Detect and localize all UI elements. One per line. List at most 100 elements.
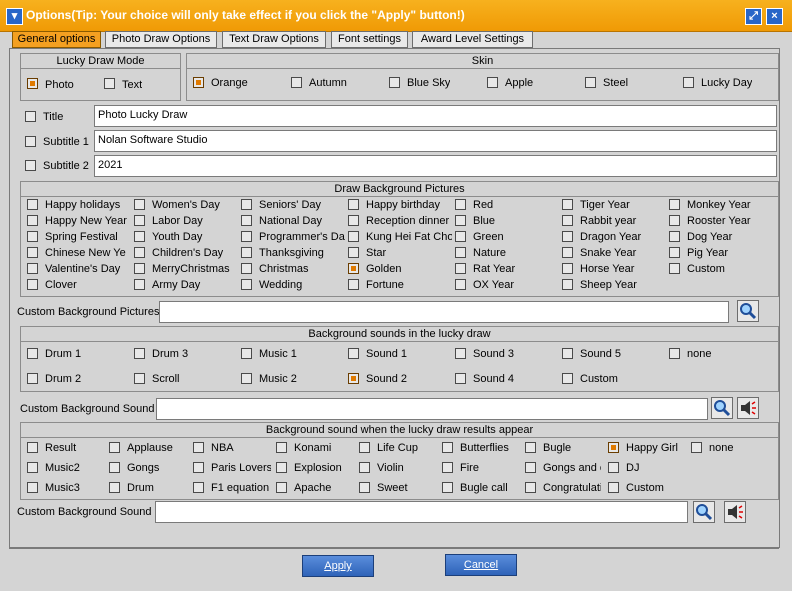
bg-picture-red-checkbox[interactable] [455, 199, 466, 210]
result-sound-konami-checkbox[interactable] [276, 442, 287, 453]
bg-picture-dragon-year-checkbox[interactable] [562, 231, 573, 242]
result-sound-fire-checkbox[interactable] [442, 462, 453, 473]
result-sound-gongs-and-c-checkbox[interactable] [525, 462, 536, 473]
bg-picture-wedding-checkbox[interactable] [241, 279, 252, 290]
bg-picture-fortune-checkbox[interactable] [348, 279, 359, 290]
tab-photo-draw-options[interactable]: Photo Draw Options [105, 31, 217, 48]
title-checkbox[interactable] [25, 111, 36, 122]
bg-picture-tiger-year-checkbox[interactable] [562, 199, 573, 210]
bg-picture-women-s-day-checkbox[interactable] [134, 199, 145, 210]
bg-picture-seniors-day-checkbox[interactable] [241, 199, 252, 210]
tab-font-settings[interactable]: Font settings [331, 31, 408, 48]
bg-picture-happy-holidays-checkbox[interactable] [27, 199, 38, 210]
result-sound-apache-checkbox[interactable] [276, 482, 287, 493]
bg-sound-drum-3-checkbox[interactable] [134, 348, 145, 359]
browse-result-sound-button[interactable] [693, 501, 715, 523]
result-sound-custom-checkbox[interactable] [608, 482, 619, 493]
bg-picture-golden-checkbox[interactable] [348, 263, 359, 274]
bg-picture-pig-year-checkbox[interactable] [669, 247, 680, 258]
tab-general-options[interactable]: General options [12, 31, 101, 48]
cancel-button[interactable]: Cancel [445, 554, 517, 576]
custom-bg-pictures-input[interactable] [159, 301, 729, 323]
close-icon[interactable]: × [766, 8, 783, 25]
skin-lucky-day-radio[interactable] [683, 77, 694, 88]
bg-picture-valentine-s-day-checkbox[interactable] [27, 263, 38, 274]
skin-orange-radio[interactable] [193, 77, 204, 88]
bg-picture-christmas-checkbox[interactable] [241, 263, 252, 274]
photo-mode-radio[interactable] [27, 78, 38, 89]
custom-result-sound-input[interactable] [155, 501, 688, 523]
play-bg-sound-button[interactable] [737, 397, 759, 419]
bg-picture-ox-year-checkbox[interactable] [455, 279, 466, 290]
bg-picture-star-checkbox[interactable] [348, 247, 359, 258]
maximize-icon[interactable]: ⤢ [745, 8, 762, 25]
bg-picture-reception-dinner-checkbox[interactable] [348, 215, 359, 226]
bg-picture-kung-hei-fat-cho-checkbox[interactable] [348, 231, 359, 242]
bg-picture-chinese-new-ye-checkbox[interactable] [27, 247, 38, 258]
bg-picture-rooster-year-checkbox[interactable] [669, 215, 680, 226]
result-sound-explosion-checkbox[interactable] [276, 462, 287, 473]
result-sound-result-checkbox[interactable] [27, 442, 38, 453]
bg-sound-sound-1-checkbox[interactable] [348, 348, 359, 359]
bg-picture-youth-day-checkbox[interactable] [134, 231, 145, 242]
bg-picture-nature-checkbox[interactable] [455, 247, 466, 258]
bg-picture-green-checkbox[interactable] [455, 231, 466, 242]
custom-bg-sound-input[interactable] [156, 398, 708, 420]
bg-picture-horse-year-checkbox[interactable] [562, 263, 573, 274]
result-sound-violin-checkbox[interactable] [359, 462, 370, 473]
tab-text-draw-options[interactable]: Text Draw Options [222, 31, 326, 48]
browse-bg-sound-button[interactable] [711, 397, 733, 419]
bg-picture-dog-year-checkbox[interactable] [669, 231, 680, 242]
bg-sound-sound-4-checkbox[interactable] [455, 373, 466, 384]
bg-picture-rabbit-year-checkbox[interactable] [562, 215, 573, 226]
bg-picture-custom-checkbox[interactable] [669, 263, 680, 274]
bg-sound-custom-checkbox[interactable] [562, 373, 573, 384]
bg-picture-rat-year-checkbox[interactable] [455, 263, 466, 274]
browse-bg-pictures-button[interactable] [737, 300, 759, 322]
title-input[interactable]: Photo Lucky Draw [94, 105, 777, 127]
skin-steel-radio[interactable] [585, 77, 596, 88]
subtitle2-input[interactable]: 2021 [94, 155, 777, 177]
bg-picture-labor-day-checkbox[interactable] [134, 215, 145, 226]
result-sound-bugle-call-checkbox[interactable] [442, 482, 453, 493]
bg-sound-sound-5-checkbox[interactable] [562, 348, 573, 359]
result-sound-bugle-checkbox[interactable] [525, 442, 536, 453]
result-sound-life-cup-checkbox[interactable] [359, 442, 370, 453]
skin-autumn-radio[interactable] [291, 77, 302, 88]
result-sound-congratulati-checkbox[interactable] [525, 482, 536, 493]
result-sound-dj-checkbox[interactable] [608, 462, 619, 473]
bg-picture-army-day-checkbox[interactable] [134, 279, 145, 290]
bg-picture-clover-checkbox[interactable] [27, 279, 38, 290]
bg-picture-sheep-year-checkbox[interactable] [562, 279, 573, 290]
subtitle1-checkbox[interactable] [25, 136, 36, 147]
subtitle2-checkbox[interactable] [25, 160, 36, 171]
result-sound-happy-girl-checkbox[interactable] [608, 442, 619, 453]
bg-sound-sound-2-checkbox[interactable] [348, 373, 359, 384]
skin-blue-sky-radio[interactable] [389, 77, 400, 88]
text-mode-radio[interactable] [104, 78, 115, 89]
bg-picture-happy-birthday-checkbox[interactable] [348, 199, 359, 210]
bg-picture-programmer-s-da-checkbox[interactable] [241, 231, 252, 242]
bg-sound-drum-1-checkbox[interactable] [27, 348, 38, 359]
bg-sound-music-1-checkbox[interactable] [241, 348, 252, 359]
bg-picture-spring-festival-checkbox[interactable] [27, 231, 38, 242]
bg-picture-blue-checkbox[interactable] [455, 215, 466, 226]
subtitle1-input[interactable]: Nolan Software Studio [94, 130, 777, 152]
result-sound-butterflies-checkbox[interactable] [442, 442, 453, 453]
tab-award-level-settings[interactable]: Award Level Settings [412, 31, 533, 48]
bg-sound-scroll-checkbox[interactable] [134, 373, 145, 384]
result-sound-gongs-checkbox[interactable] [109, 462, 120, 473]
result-sound-sweet-checkbox[interactable] [359, 482, 370, 493]
bg-sound-sound-3-checkbox[interactable] [455, 348, 466, 359]
bg-sound-none-checkbox[interactable] [669, 348, 680, 359]
system-menu-icon[interactable]: ▾ [6, 8, 23, 25]
bg-sound-music-2-checkbox[interactable] [241, 373, 252, 384]
result-sound-music3-checkbox[interactable] [27, 482, 38, 493]
result-sound-paris-lovers-checkbox[interactable] [193, 462, 204, 473]
apply-button[interactable]: Apply [302, 555, 374, 577]
result-sound-f1-equation-checkbox[interactable] [193, 482, 204, 493]
result-sound-drum-checkbox[interactable] [109, 482, 120, 493]
bg-picture-monkey-year-checkbox[interactable] [669, 199, 680, 210]
bg-picture-national-day-checkbox[interactable] [241, 215, 252, 226]
result-sound-none-checkbox[interactable] [691, 442, 702, 453]
